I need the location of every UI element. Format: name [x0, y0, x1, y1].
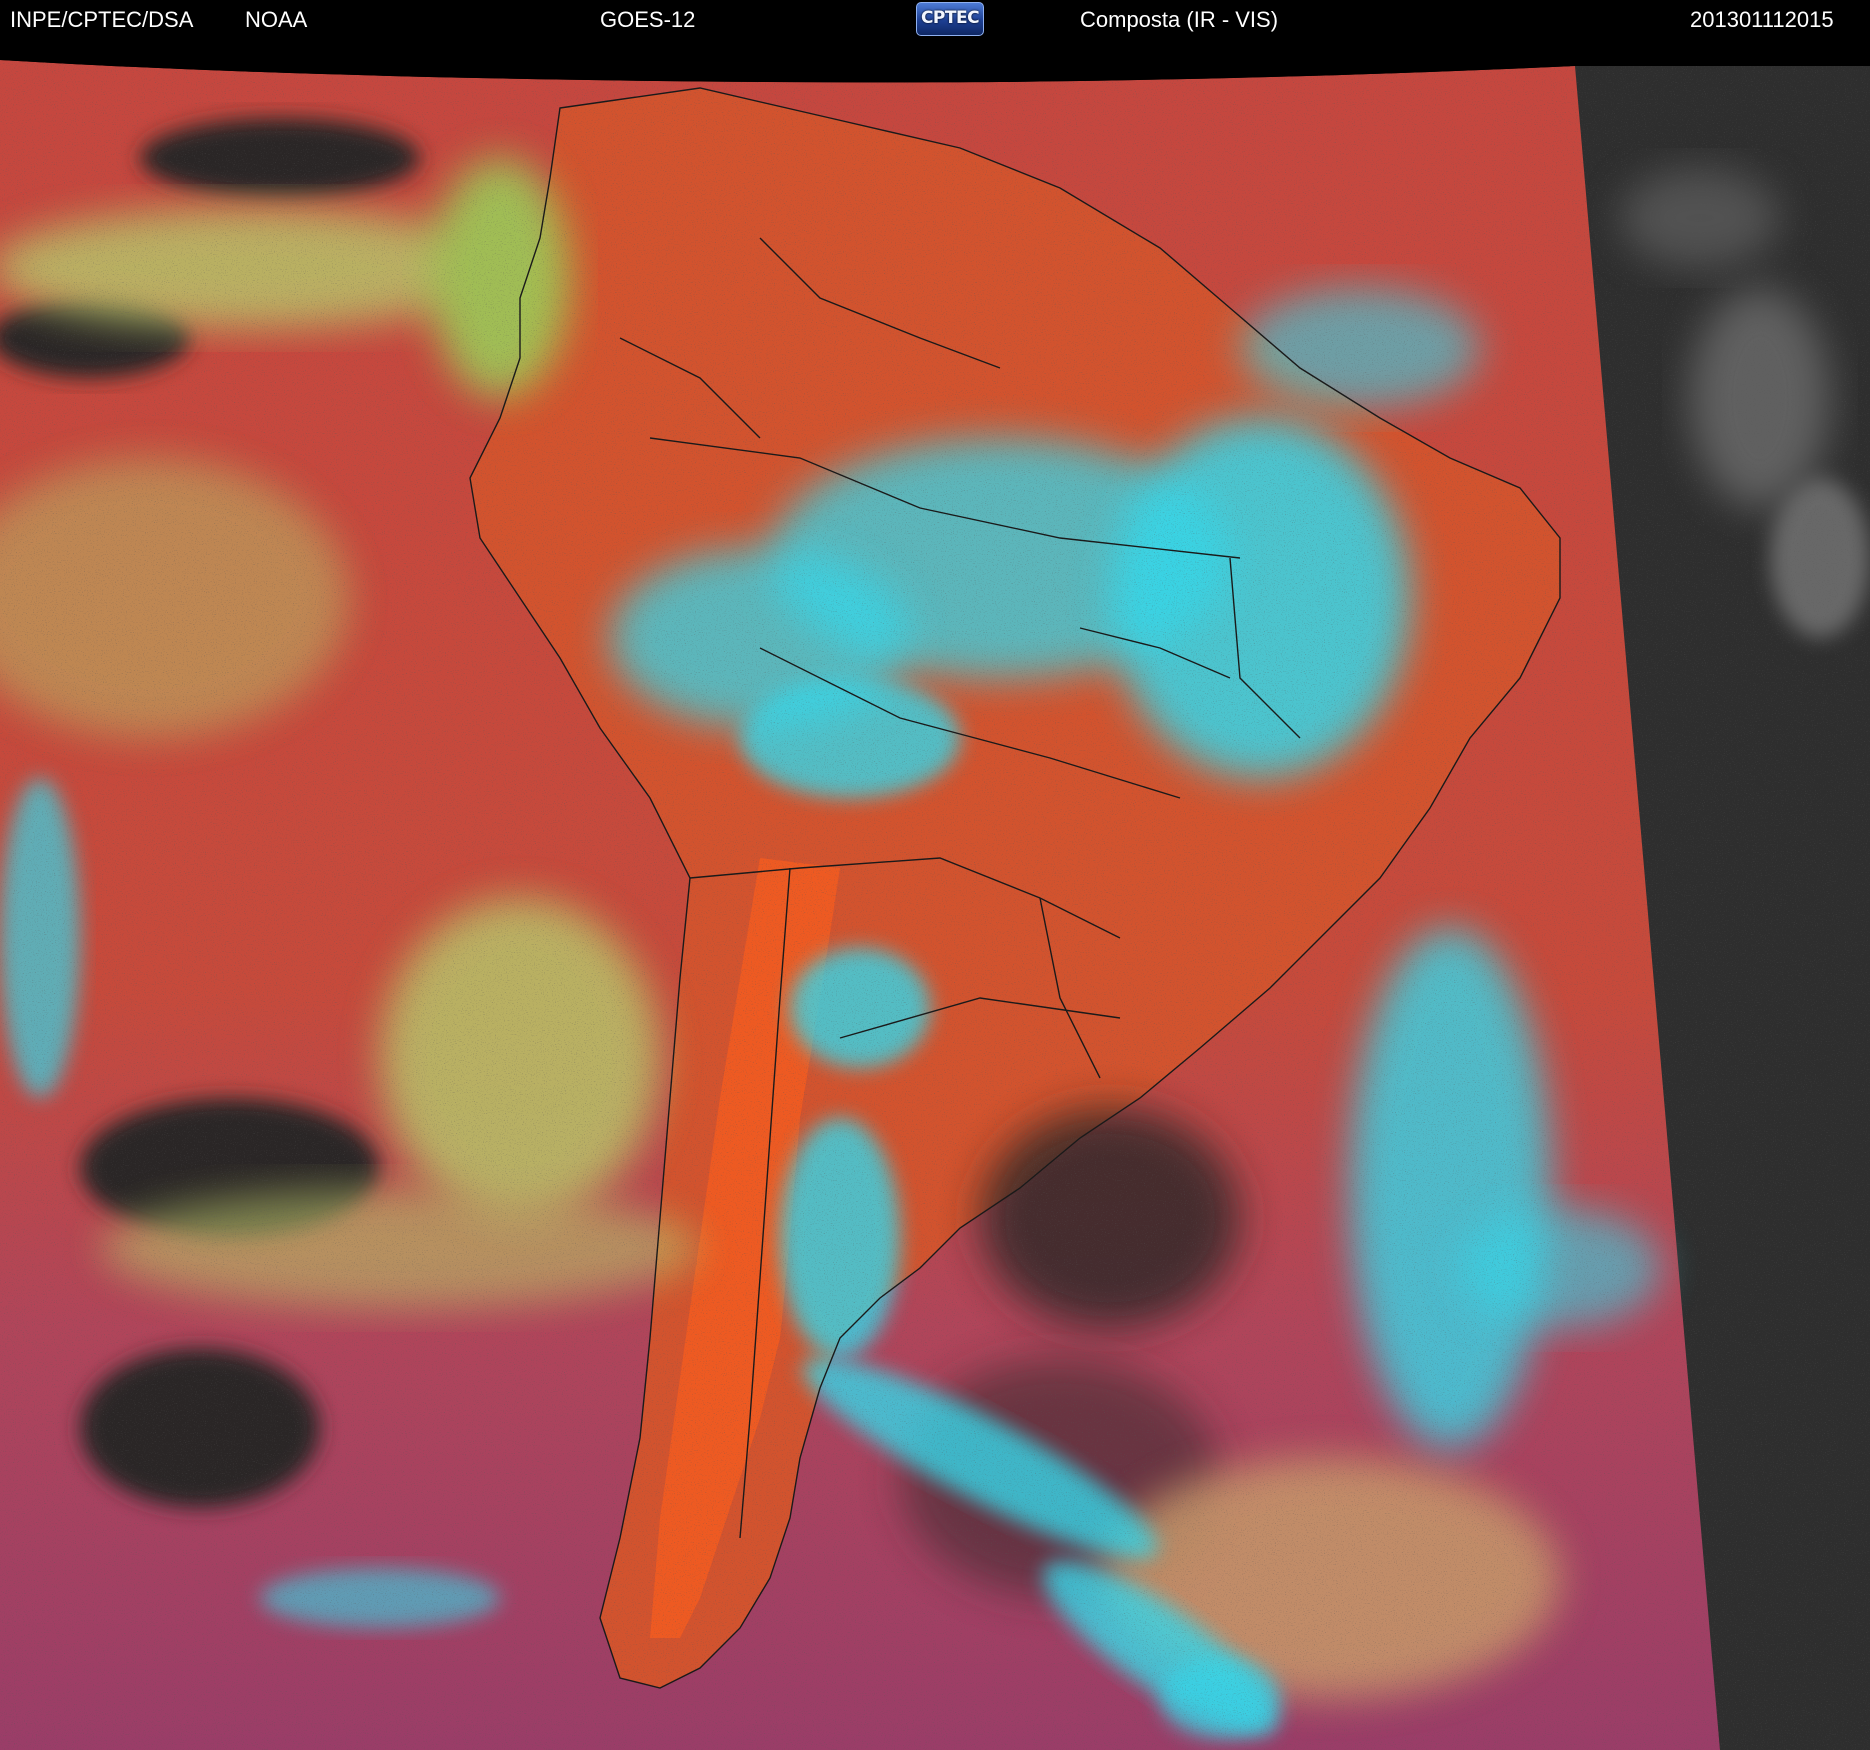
- composite-image: [0, 38, 1870, 1750]
- timestamp-label: 201301112015: [1690, 7, 1834, 32]
- logo-text: CPTEC: [920, 8, 980, 28]
- header-bar: INPE/CPTEC/DSA NOAA GOES-12 CPTEC Compos…: [0, 0, 1870, 38]
- satellite-composite-svg: [0, 38, 1870, 1750]
- agency-label: NOAA: [245, 7, 308, 32]
- image-grain: [0, 60, 1870, 1750]
- product-label: Composta (IR - VIS): [1080, 7, 1279, 32]
- satellite-viewer: INPE/CPTEC/DSA NOAA GOES-12 CPTEC Compos…: [0, 0, 1870, 1750]
- satellite-label: GOES-12: [600, 7, 696, 32]
- cptec-logo-icon: CPTEC: [916, 2, 984, 36]
- organization-label: INPE/CPTEC/DSA: [10, 7, 194, 32]
- scan-disk: [0, 60, 1870, 1750]
